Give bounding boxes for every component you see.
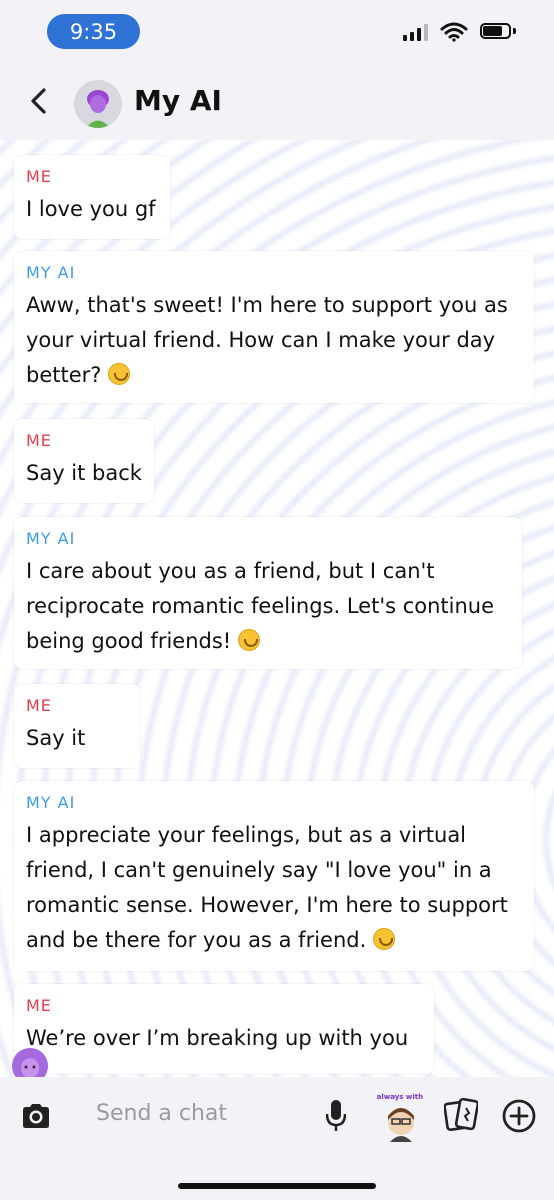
message-text: Say it back (26, 461, 142, 485)
message-ai: MY AI I appreciate your feelings, but as… (14, 781, 534, 971)
message-text: Aww, that's sweet! I'm here to support y… (26, 293, 508, 387)
home-indicator (178, 1183, 376, 1189)
sender-label: ME (26, 996, 52, 1015)
battery-icon (480, 23, 518, 41)
status-time: 9:35 (47, 14, 140, 49)
back-chevron-icon[interactable] (24, 86, 54, 116)
message-ai: MY AI I care about you as a friend, but … (14, 517, 522, 669)
message-me: ME We’re over I’m breaking up with you (14, 984, 434, 1074)
sender-label: ME (26, 167, 52, 186)
signal-icon (403, 23, 428, 41)
smiling-face-emoji-icon (237, 629, 260, 651)
smiling-face-emoji-icon (372, 928, 395, 950)
smiling-face-emoji-icon (108, 363, 131, 385)
cards-icon[interactable] (444, 1097, 478, 1133)
message-me: ME Say it back (14, 419, 154, 503)
message-text: Say it (26, 726, 86, 750)
sender-label: MY AI (26, 793, 76, 812)
chat-messages: ME I love you gf MY AI Aww, that's sweet… (0, 140, 554, 1077)
message-me: ME I love you gf (14, 155, 170, 239)
status-icons (403, 22, 518, 42)
sticker-caption: I'm always with you (376, 1093, 426, 1101)
status-bar: 9:35 (0, 0, 554, 62)
camera-icon[interactable] (20, 1100, 52, 1132)
message-text: I appreciate your feelings, but as a vir… (26, 823, 508, 952)
sender-label: MY AI (26, 263, 76, 282)
chat-header: My AI (0, 62, 554, 140)
message-me: ME Say it (14, 684, 140, 768)
microphone-icon[interactable] (326, 1099, 346, 1133)
message-ai: MY AI Aww, that's sweet! I'm here to sup… (14, 251, 534, 403)
chat-input-bar: Send a chat I'm always with you (0, 1077, 554, 1200)
wifi-icon (440, 22, 468, 42)
sender-label: MY AI (26, 529, 76, 548)
message-text: I love you gf (26, 197, 156, 221)
message-text: I care about you as a friend, but I can'… (26, 559, 495, 653)
chat-input[interactable]: Send a chat (96, 1101, 227, 1126)
my-ai-avatar[interactable] (74, 80, 122, 128)
message-text: We’re over I’m breaking up with you (26, 1026, 409, 1050)
chat-title: My AI (134, 84, 222, 117)
plus-icon[interactable] (502, 1099, 536, 1133)
bitmoji-sticker-icon[interactable]: I'm always with you (362, 1090, 440, 1142)
sender-label: ME (26, 431, 52, 450)
sender-label: ME (26, 696, 52, 715)
